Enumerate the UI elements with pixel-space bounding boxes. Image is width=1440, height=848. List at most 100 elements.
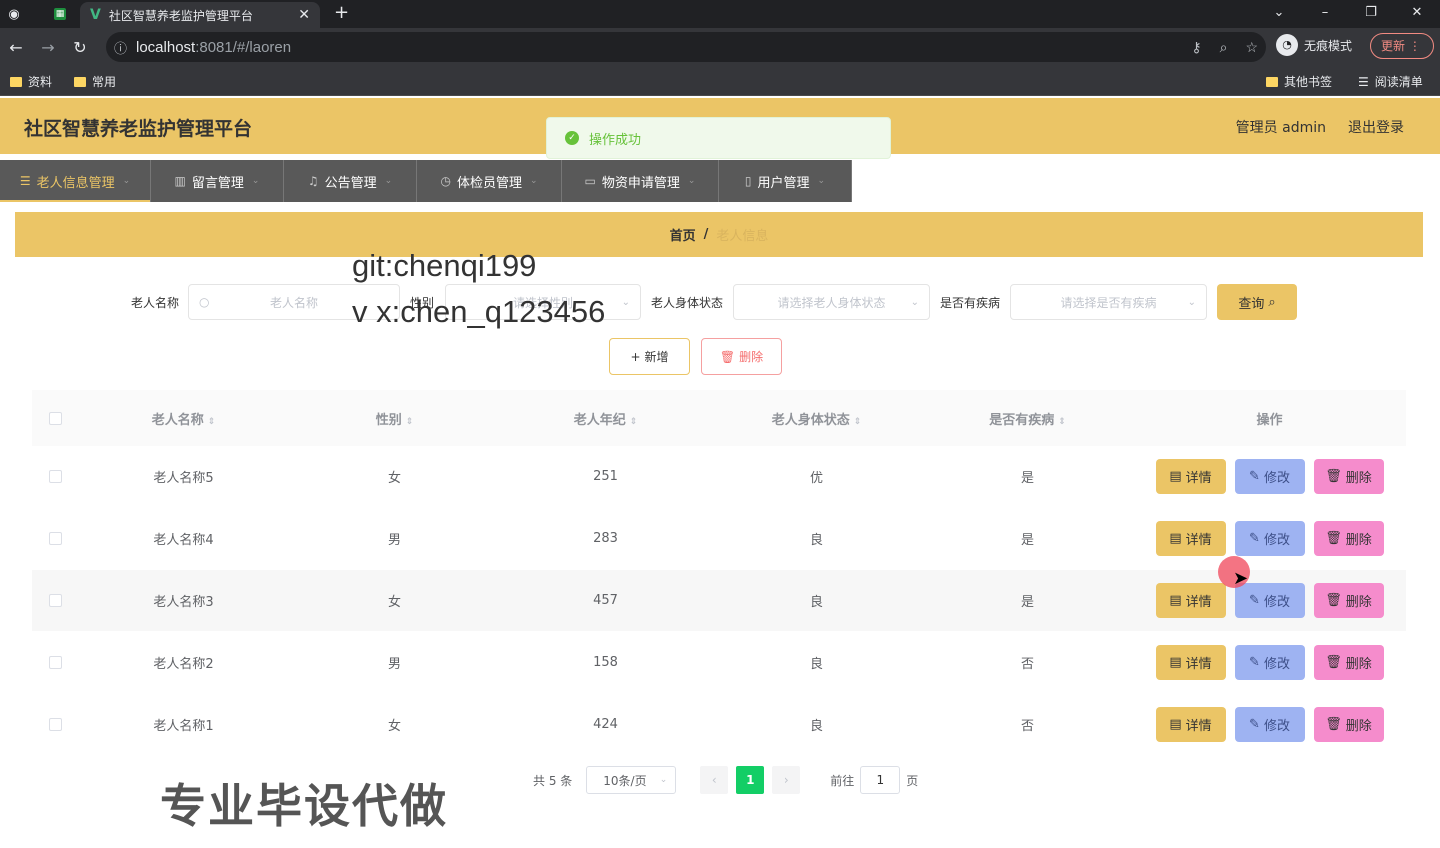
table-row[interactable]: 老人名称2 男 158 良 否 ▤ 详情 ✎ 修改 🗑 删除: [32, 632, 1406, 694]
delete-button[interactable]: 🗑 删除: [1313, 645, 1384, 680]
forward-icon[interactable]: →: [32, 38, 64, 57]
logout-link[interactable]: 退出登录: [1348, 117, 1404, 137]
nav-label: 用户管理: [757, 175, 810, 191]
prev-page-button[interactable]: ‹: [700, 766, 729, 794]
reload-icon[interactable]: ↻: [64, 38, 96, 57]
page-number-active[interactable]: 1: [736, 766, 765, 794]
detail-button[interactable]: ▤ 详情: [1155, 645, 1226, 680]
bookmark-folder-2[interactable]: 常用: [74, 73, 116, 90]
delete-label: 删除: [739, 350, 764, 364]
restore-icon[interactable]: ❐: [1348, 0, 1394, 28]
nav-label: 留言管理: [191, 175, 244, 191]
header-state[interactable]: 老人身体状态 ⇕: [711, 409, 922, 428]
detail-button[interactable]: ▤ 详情: [1155, 583, 1226, 618]
update-button[interactable]: 更新 ⋮: [1370, 33, 1434, 59]
table-row[interactable]: 老人名称1 女 424 良 否 ▤ 详情 ✎ 修改 🗑 删除: [32, 694, 1406, 756]
detail-label: 详情: [1185, 657, 1212, 672]
page-size-value: 10条/页: [603, 773, 647, 788]
window-close-icon[interactable]: ✕: [1394, 0, 1440, 28]
name-placeholder: 老人名称: [269, 295, 318, 310]
nav-item-messages[interactable]: ▥ 留言管理 ⌄: [151, 160, 284, 202]
nav-label: 物资申请管理: [601, 175, 680, 191]
delete-button[interactable]: 🗑 删除: [1313, 459, 1384, 494]
header-age[interactable]: 老人年纪 ⇕: [500, 409, 711, 428]
nav-label: 老人信息管理: [36, 175, 115, 191]
nav-item-examiners[interactable]: ◷ 体检员管理 ⌄: [417, 160, 562, 202]
other-bookmarks[interactable]: 其他书签: [1266, 73, 1332, 90]
sort-icon[interactable]: ⇕: [208, 417, 216, 427]
query-button[interactable]: 查询 ⌕: [1217, 284, 1297, 320]
delete-button[interactable]: 🗑 删除: [1313, 707, 1384, 742]
ill-select[interactable]: 请选择是否有疾病 ⌄: [1010, 284, 1207, 320]
row-checkbox[interactable]: [48, 594, 62, 607]
detail-button[interactable]: ▤ 详情: [1155, 459, 1226, 494]
zoom-icon[interactable]: ⌕: [1220, 39, 1228, 56]
tab-close-icon[interactable]: ✕: [298, 7, 310, 23]
nav-label: 体检员管理: [456, 175, 522, 191]
edit-button[interactable]: ✎ 修改: [1234, 645, 1305, 680]
edit-button[interactable]: ✎ 修改: [1234, 521, 1305, 556]
pagination: 共 5 条 10条/页 ⌄ ‹ 1 › 前往 1 页: [533, 766, 918, 794]
detail-button[interactable]: ▤ 详情: [1155, 707, 1226, 742]
add-button[interactable]: + 新增: [609, 338, 690, 375]
nav-item-elders[interactable]: ☰ 老人信息管理 ⌄: [0, 160, 151, 202]
edit-button[interactable]: ✎ 修改: [1234, 707, 1305, 742]
star-icon[interactable]: ☆: [1245, 39, 1258, 56]
header-ill[interactable]: 是否有疾病 ⇕: [922, 409, 1133, 428]
browser-menu-icon[interactable]: ◉: [0, 0, 28, 28]
table-row[interactable]: 老人名称3 女 457 良 是 ▤ 详情 ✎ 修改 🗑 删除: [32, 570, 1406, 632]
edit-label: 修改: [1263, 533, 1290, 548]
page-size-select[interactable]: 10条/页 ⌄: [586, 766, 677, 794]
detail-button[interactable]: ▤ 详情: [1155, 521, 1226, 556]
main-nav: ☰ 老人信息管理 ⌄ ▥ 留言管理 ⌄ ♫ 公告管理 ⌄ ◷ 体检员管理 ⌄ ▭…: [0, 154, 1440, 202]
cell-state: 良: [809, 657, 823, 672]
sort-icon[interactable]: ⇕: [630, 417, 638, 427]
edit-button[interactable]: ✎ 修改: [1234, 459, 1305, 494]
row-checkbox[interactable]: [48, 532, 62, 545]
goto-page-input[interactable]: 1: [860, 766, 901, 794]
tab-search-icon[interactable]: ⌄: [1256, 0, 1302, 28]
incognito-indicator[interactable]: ◔ 无痕模式: [1276, 34, 1352, 56]
delete-label: 删除: [1345, 595, 1372, 610]
reading-list[interactable]: ☰ 阅读清单: [1358, 73, 1423, 90]
new-tab-icon[interactable]: +: [334, 2, 349, 23]
row-checkbox[interactable]: [48, 656, 62, 669]
url-input[interactable]: ⓘ localhost:8081/#/laoren ⚷ ⌕ ☆: [106, 32, 1266, 62]
table-row[interactable]: 老人名称4 男 283 良 是 ▤ 详情 ✎ 修改 🗑 删除: [32, 508, 1406, 570]
nav-item-supplies[interactable]: ▭ 物资申请管理 ⌄: [562, 160, 719, 202]
header-sex[interactable]: 性别 ⇕: [289, 409, 500, 428]
key-icon[interactable]: ⚷: [1191, 39, 1201, 56]
state-select[interactable]: 请选择老人身体状态 ⌄: [733, 284, 930, 320]
browser-tab[interactable]: V 社区智慧养老监护管理平台 ✕: [80, 2, 320, 28]
pinned-tab-icon[interactable]: ▦: [46, 0, 74, 28]
row-select-cell: [32, 470, 78, 483]
minimize-icon[interactable]: –: [1302, 0, 1348, 28]
row-checkbox[interactable]: [48, 718, 62, 731]
cell-ill: 是: [1020, 595, 1034, 610]
sort-icon[interactable]: ⇕: [1058, 417, 1066, 427]
cell-sex: 男: [387, 533, 401, 548]
back-icon[interactable]: ←: [0, 38, 32, 57]
table-row[interactable]: 老人名称5 女 251 优 是 ▤ 详情 ✎ 修改 🗑 删除: [32, 446, 1406, 508]
bookmark-folder-1[interactable]: 资料: [10, 73, 52, 90]
header-name[interactable]: 老人名称 ⇕: [78, 409, 289, 428]
plus-icon: +: [630, 349, 641, 364]
delete-label: 删除: [1345, 719, 1372, 734]
sort-icon[interactable]: ⇕: [854, 417, 862, 427]
next-page-button[interactable]: ›: [772, 766, 801, 794]
incognito-icon: ◔: [1276, 34, 1298, 56]
sort-icon[interactable]: ⇕: [406, 417, 414, 427]
row-checkbox[interactable]: [48, 470, 62, 483]
ill-label: 是否有疾病: [940, 296, 1001, 310]
select-all-checkbox[interactable]: [48, 411, 62, 425]
delete-button[interactable]: 🗑 删除: [1313, 521, 1384, 556]
state-placeholder: 请选择老人身体状态: [777, 295, 886, 310]
batch-delete-button[interactable]: 🗑 删除: [701, 338, 782, 375]
site-info-icon[interactable]: ⓘ: [114, 38, 127, 57]
nav-item-users[interactable]: ▯ 用户管理 ⌄: [719, 160, 852, 202]
delete-button[interactable]: 🗑 删除: [1313, 583, 1384, 618]
breadcrumb-home[interactable]: 首页: [670, 225, 696, 244]
nav-item-notices[interactable]: ♫ 公告管理 ⌄: [284, 160, 417, 202]
watermark-line-3: 专业毕设代做: [160, 779, 448, 833]
chevron-down-icon: ⌄: [817, 176, 826, 186]
